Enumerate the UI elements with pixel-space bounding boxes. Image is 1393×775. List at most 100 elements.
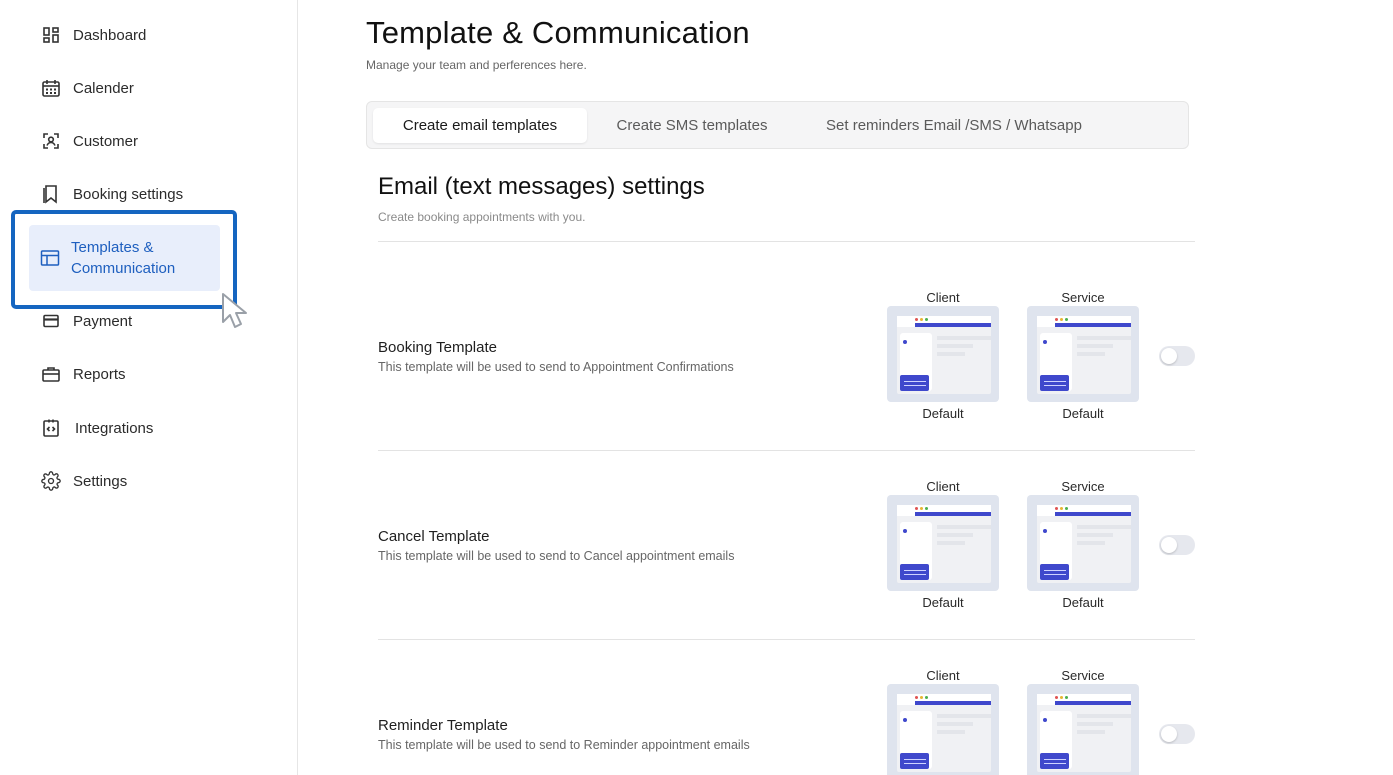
sidebar-item-label: Reports <box>73 365 126 383</box>
divider <box>378 639 1195 640</box>
preview-line <box>937 336 991 340</box>
preview-dot <box>1060 507 1063 510</box>
client-default-label: Default <box>922 595 964 610</box>
preview-header-strip <box>915 512 991 516</box>
preview-line <box>1077 533 1113 537</box>
preview-card-dot <box>1043 529 1047 533</box>
template-enable-toggle[interactable] <box>1159 724 1195 744</box>
template-icon <box>39 247 61 269</box>
divider <box>378 241 1195 242</box>
preview-line <box>1077 541 1105 545</box>
preview-line <box>1077 352 1105 356</box>
preview-dot <box>920 696 923 699</box>
preview-line <box>1077 722 1113 726</box>
sidebar-item-label: Dashboard <box>73 26 147 44</box>
client-template-preview[interactable] <box>887 495 999 591</box>
service-template-preview[interactable] <box>1027 495 1139 591</box>
preview-dot <box>920 318 923 321</box>
sidebar-item-reports[interactable]: Reports <box>40 362 126 386</box>
customer-icon <box>40 130 62 152</box>
preview-dot <box>1065 696 1068 699</box>
toggle-knob <box>1161 726 1177 742</box>
preview-line <box>1077 525 1131 529</box>
preview-card-dot <box>1043 340 1047 344</box>
section-subtitle: Create booking appointments with you. <box>378 210 586 224</box>
sidebar-item-calender[interactable]: Calender <box>40 76 134 100</box>
sidebar-item-label: Templates & Communication <box>71 239 176 277</box>
preview-header-strip <box>915 701 991 705</box>
service-template-preview[interactable] <box>1027 306 1139 402</box>
preview-dot <box>1055 696 1058 699</box>
page-subtitle: Manage your team and perferences here. <box>366 58 587 72</box>
toggle-knob <box>1161 348 1177 364</box>
tab-create-sms-templates[interactable]: Create SMS templates <box>593 108 791 143</box>
sidebar-item-label: Calender <box>73 79 134 97</box>
template-enable-toggle[interactable] <box>1159 535 1195 555</box>
preview-header-strip <box>915 323 991 327</box>
template-description: This template will be used to send to Re… <box>378 738 750 752</box>
tab-bar: Create email templates Create SMS templa… <box>366 101 1189 149</box>
sidebar-item-label: Integrations <box>75 419 154 437</box>
sidebar-item-templates-communication[interactable]: Templates & Communication <box>29 225 220 291</box>
client-template-preview[interactable] <box>887 306 999 402</box>
template-enable-toggle[interactable] <box>1159 346 1195 366</box>
dashboard-icon <box>40 24 62 46</box>
sidebar-item-booking-settings[interactable]: Booking settings <box>40 182 183 206</box>
code-icon <box>40 417 62 439</box>
preview-card-dot <box>903 718 907 722</box>
preview-card-footer <box>900 753 929 769</box>
tab-set-reminders[interactable]: Set reminders Email /SMS / Whatsapp <box>799 108 1109 143</box>
page-title: Template & Communication <box>366 15 750 50</box>
preview-card-footer <box>1040 564 1069 580</box>
sidebar-item-settings[interactable]: Settings <box>40 469 127 493</box>
client-label: Client <box>926 479 960 494</box>
preview-header-strip <box>1055 512 1131 516</box>
preview-dot <box>1060 318 1063 321</box>
preview-dot <box>915 318 918 321</box>
sidebar-item-customer[interactable]: Customer <box>40 129 138 153</box>
client-label: Client <box>926 290 960 305</box>
preview-header-strip <box>1055 323 1131 327</box>
preview-line <box>1077 714 1131 718</box>
preview-card-footer <box>1040 753 1069 769</box>
template-title: Reminder Template <box>378 717 508 734</box>
template-description: This template will be used to send to Ap… <box>378 360 734 374</box>
sidebar-item-label: Booking settings <box>73 185 184 203</box>
template-description: This template will be used to send to Ca… <box>378 549 735 563</box>
calendar-icon <box>40 77 62 99</box>
client-label: Client <box>926 668 960 683</box>
preview-line <box>937 352 965 356</box>
template-title: Cancel Template <box>378 528 490 545</box>
preview-card-dot <box>1043 718 1047 722</box>
sidebar: Dashboard Calender Customer Booking sett… <box>0 0 298 775</box>
gear-icon <box>40 470 62 492</box>
preview-line <box>937 344 973 348</box>
sidebar-item-dashboard[interactable]: Dashboard <box>40 23 146 47</box>
preview-line <box>937 533 973 537</box>
preview-dot <box>1055 507 1058 510</box>
tab-create-email-templates[interactable]: Create email templates <box>373 108 587 143</box>
preview-line <box>1077 336 1131 340</box>
service-default-label: Default <box>1062 406 1104 421</box>
preview-card-footer <box>900 375 929 391</box>
preview-dot <box>1055 318 1058 321</box>
sidebar-item-integrations[interactable]: Integrations <box>40 416 153 440</box>
template-title: Booking Template <box>378 339 497 356</box>
preview-dot <box>915 696 918 699</box>
preview-dot <box>920 507 923 510</box>
client-template-preview[interactable] <box>887 684 999 775</box>
toggle-knob <box>1161 537 1177 553</box>
sidebar-item-label: Payment <box>73 312 133 330</box>
service-label: Service <box>1061 668 1105 683</box>
preview-line <box>937 714 991 718</box>
preview-dot <box>925 696 928 699</box>
preview-dot <box>1065 507 1068 510</box>
preview-line <box>1077 730 1105 734</box>
card-icon <box>40 310 62 332</box>
service-default-label: Default <box>1062 595 1104 610</box>
preview-line <box>1077 344 1113 348</box>
sidebar-item-payment[interactable]: Payment <box>40 309 132 333</box>
service-template-preview[interactable] <box>1027 684 1139 775</box>
mouse-cursor-icon <box>220 292 260 332</box>
preview-header-strip <box>1055 701 1131 705</box>
